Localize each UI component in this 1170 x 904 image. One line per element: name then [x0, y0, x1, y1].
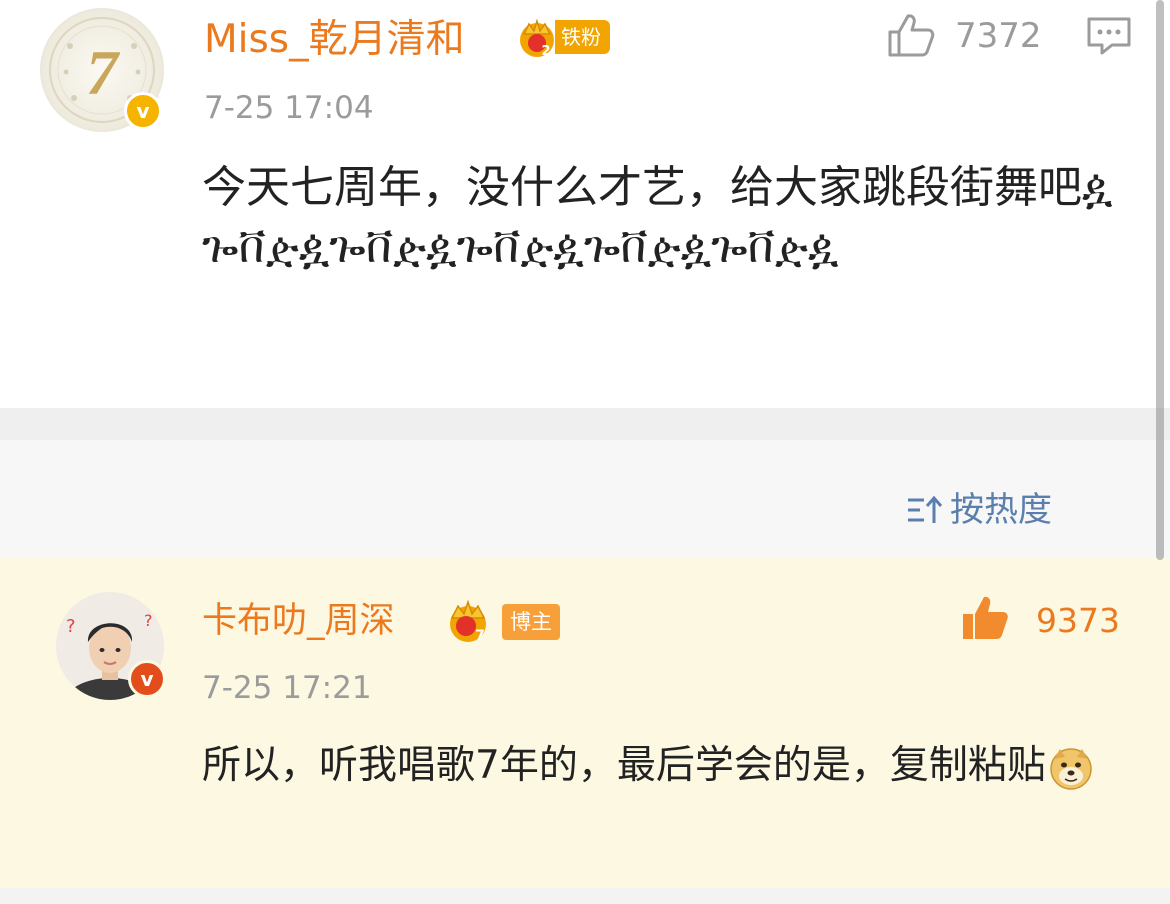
comment-username[interactable]: 卡布叻_周深 — [202, 598, 395, 644]
section-divider — [0, 408, 1170, 440]
comment-timestamp: 7-25 17:21 — [202, 670, 372, 706]
verified-badge-icon: v — [124, 92, 162, 130]
svg-text:?: ? — [144, 611, 153, 630]
verified-badge-icon: v — [128, 660, 166, 698]
post-like-count: 7372 — [955, 16, 1042, 56]
sort-icon — [906, 495, 946, 525]
fan-badge: 铁粉 — [555, 20, 610, 54]
list-bottom-divider — [0, 888, 1170, 904]
crown-level-icon: 7 — [444, 596, 492, 644]
doge-emoji-icon — [1048, 745, 1094, 791]
post-timestamp: 7-25 17:04 — [204, 90, 374, 126]
comment-body-text: 所以，听我唱歌7年的，最后学会的是，复制粘贴 — [202, 736, 1122, 796]
comment-text-content: 所以，听我唱歌7年的，最后学会的是，复制粘贴 — [202, 743, 1046, 788]
sort-by-hot-button[interactable]: 按热度 — [906, 488, 1052, 532]
svg-text:?: ? — [66, 616, 76, 637]
post-body-text: 今天七周年，没什么才艺，给大家跳段街舞吧ዿጐቨዽዿጐቨዽዿጐቨዽዿጐቨዽዿጐቨዽ… — [202, 162, 1113, 273]
svg-text:7: 7 — [475, 628, 485, 644]
crown-level-icon: 2 — [518, 14, 556, 59]
svg-text:2: 2 — [541, 44, 550, 58]
svg-text:7: 7 — [86, 37, 121, 108]
post-username[interactable]: Miss_乾月清和 — [204, 16, 465, 64]
comment-icon[interactable] — [1086, 16, 1132, 56]
scrollbar[interactable] — [1156, 0, 1164, 560]
thumbs-up-filled-icon[interactable] — [960, 594, 1010, 642]
thumbs-up-icon[interactable] — [886, 12, 936, 58]
sort-label: 按热度 — [950, 490, 1052, 530]
author-badge: 博主 — [502, 604, 560, 640]
comment-like-count: 9373 — [1036, 601, 1120, 640]
